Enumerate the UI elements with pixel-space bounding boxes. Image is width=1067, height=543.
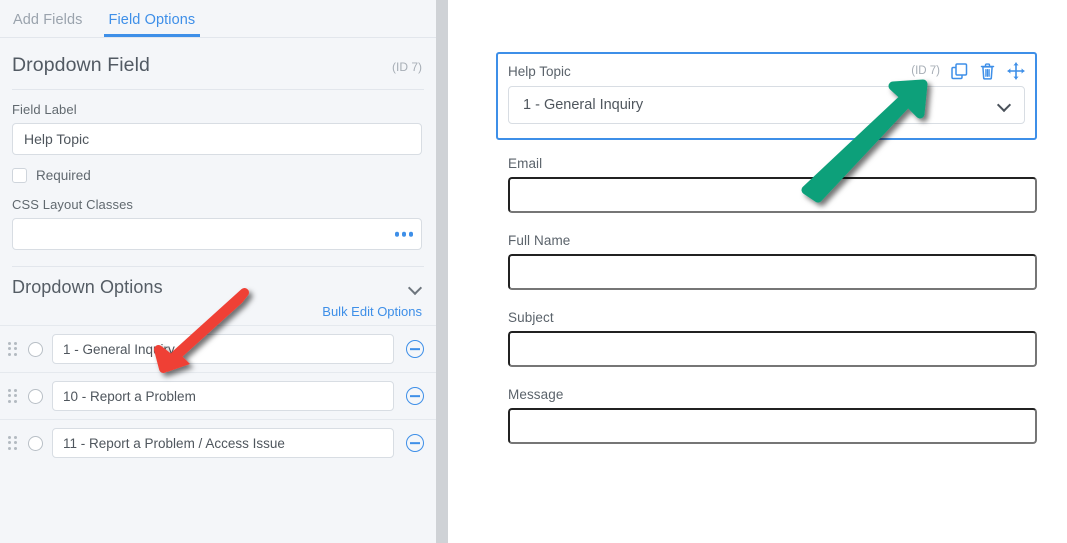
remove-option-icon[interactable] [406,434,424,452]
option-input[interactable] [52,428,394,458]
preview-field-label: Help Topic [508,63,571,79]
help-topic-select[interactable]: 1 - General Inquiry [508,86,1025,124]
chevron-down-icon[interactable] [999,100,1010,111]
field-label-input[interactable] [12,123,422,155]
dropdown-options-title: Dropdown Options [12,276,163,297]
message-field[interactable] [508,408,1037,444]
help-topic-selected-value: 1 - General Inquiry [523,97,644,113]
remove-option-icon[interactable] [406,387,424,405]
preview-field-label: Subject [508,310,554,325]
preview-field-help-topic[interactable]: Help Topic (ID 7) 1 - General Inquiry [496,52,1037,140]
dropdown-options-header[interactable]: Dropdown Options [0,270,436,304]
panel-tab-bar: Add Fields Field Options [0,0,436,38]
field-id-label: (ID 7) [392,60,422,74]
field-options-panel: Add Fields Field Options Dropdown Field … [0,0,436,543]
option-row [0,372,436,419]
option-input[interactable] [52,381,394,411]
trash-icon[interactable] [980,62,995,80]
required-label: Required [36,168,91,183]
required-row[interactable]: Required [12,168,422,183]
option-input[interactable] [52,334,394,364]
form-builder-app: Add Fields Field Options Dropdown Field … [0,0,1067,543]
css-layout-classes-block: CSS Layout Classes [0,183,436,250]
preview-field-subject[interactable]: Subject [508,310,1037,367]
option-radio[interactable] [28,341,43,357]
duplicate-icon[interactable] [951,62,968,80]
preview-field-full-name[interactable]: Full Name [508,233,1037,290]
preview-field-email[interactable]: Email [508,156,1037,213]
ellipsis-icon[interactable] [394,231,413,237]
option-row [0,325,436,372]
remove-option-icon[interactable] [406,340,424,358]
bulk-edit-options-link[interactable]: Bulk Edit Options [322,304,422,319]
drag-handle-icon[interactable] [8,341,19,357]
field-label-caption: Field Label [12,102,77,117]
selected-field-toolbar: Help Topic (ID 7) [508,62,1025,80]
bulk-edit-row: Bulk Edit Options [0,304,436,325]
option-row [0,419,436,466]
option-radio[interactable] [28,435,43,451]
preview-field-label: Email [508,156,543,171]
subject-field[interactable] [508,331,1037,367]
page-title: Dropdown Field [12,54,150,76]
chevron-down-icon[interactable] [409,281,422,294]
drag-handle-icon[interactable] [8,388,19,404]
preview-field-message[interactable]: Message [508,387,1037,444]
tab-field-options[interactable]: Field Options [103,12,200,37]
email-field[interactable] [508,177,1037,213]
preview-field-id: (ID 7) [911,65,940,77]
field-label-block: Field Label Required [0,90,436,183]
css-layout-classes-input[interactable] [12,218,422,250]
preview-field-label: Full Name [508,233,571,248]
panel-scrollbar[interactable] [436,0,448,543]
move-icon[interactable] [1007,62,1025,80]
css-layout-classes-caption: CSS Layout Classes [12,197,134,212]
preview-field-label: Message [508,387,564,402]
required-checkbox[interactable] [12,168,27,183]
full-name-field[interactable] [508,254,1037,290]
field-header: Dropdown Field (ID 7) [0,38,436,89]
options-divider [12,266,424,267]
form-preview-panel: Help Topic (ID 7) 1 - General Inquiry Em… [448,0,1067,543]
option-radio[interactable] [28,388,43,404]
tab-add-fields[interactable]: Add Fields [13,12,83,37]
drag-handle-icon[interactable] [8,435,19,451]
